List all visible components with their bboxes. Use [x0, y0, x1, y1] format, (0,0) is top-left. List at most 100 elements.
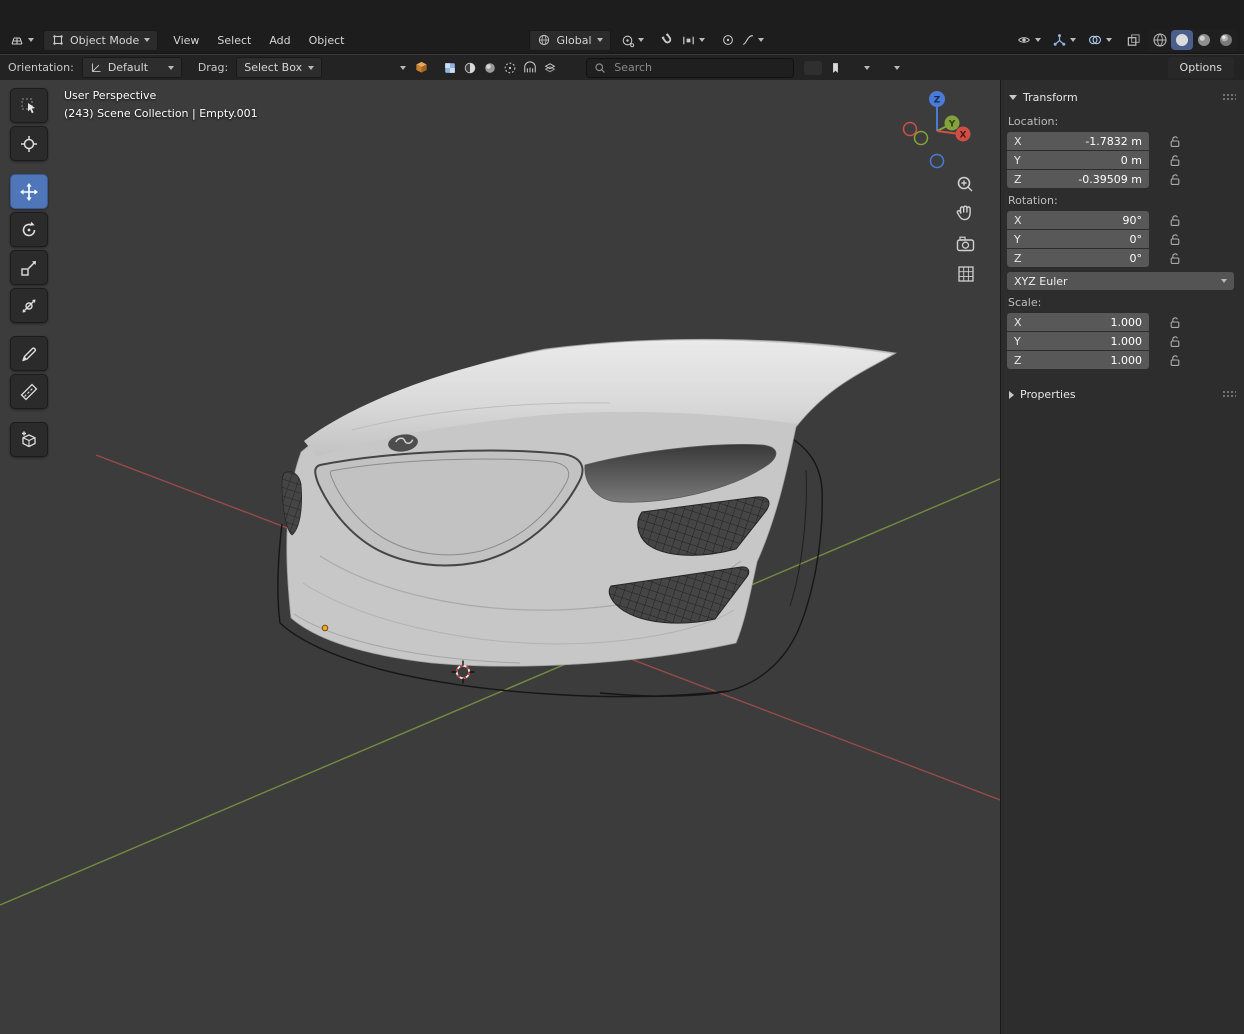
- overlays-icon: [1087, 33, 1103, 47]
- panel-drag-grip[interactable]: [1222, 390, 1236, 399]
- location-x-field[interactable]: X -1.7832 m: [1007, 132, 1149, 150]
- location-fields: X -1.7832 m Y 0 m Z -0.39509 m: [1007, 132, 1181, 188]
- orthographic-grid-icon[interactable]: [959, 267, 973, 281]
- solid-shading-button[interactable]: [1171, 30, 1193, 50]
- rotation-mode-dropdown[interactable]: XYZ Euler: [1007, 272, 1234, 290]
- car-headlight: [585, 444, 776, 502]
- location-z-field[interactable]: Z -0.39509 m: [1007, 170, 1149, 188]
- transform-panel-header[interactable]: Transform: [1001, 86, 1244, 109]
- annotate-tool[interactable]: [10, 336, 48, 371]
- lock-icon[interactable]: [1169, 154, 1181, 167]
- menu-select[interactable]: Select: [208, 31, 260, 50]
- rotation-z-field[interactable]: Z 0°: [1007, 249, 1149, 267]
- orange-cube-button[interactable]: [411, 58, 432, 77]
- gizmo-neg-y-ball: [915, 132, 928, 145]
- gizmos-dropdown[interactable]: [1049, 31, 1079, 50]
- editor-type-button[interactable]: [6, 30, 37, 50]
- gizmo-y-label: Y: [948, 120, 956, 130]
- camera-view-icon[interactable]: [958, 237, 974, 250]
- shading-mode-group: [1148, 29, 1238, 51]
- chevron-down-icon: [864, 66, 870, 70]
- chevron-down-icon: [1070, 38, 1076, 42]
- bridge-button[interactable]: [520, 59, 540, 77]
- extra-dropdown-1[interactable]: [861, 64, 873, 72]
- cursor-tool[interactable]: [10, 126, 48, 161]
- blue-checker-button[interactable]: [440, 59, 460, 77]
- snap-target-dropdown[interactable]: [678, 31, 708, 50]
- material-shading-button[interactable]: [1193, 30, 1215, 50]
- overlays-dropdown[interactable]: [1084, 31, 1115, 49]
- pan-hand-icon[interactable]: [957, 206, 970, 219]
- menu-view[interactable]: View: [164, 31, 208, 50]
- select-box-icon: [19, 96, 39, 116]
- measure-tool[interactable]: [10, 374, 48, 409]
- scale-x-field[interactable]: X 1.000: [1007, 313, 1149, 331]
- pivot-point-icon: [620, 33, 635, 48]
- object-type-visibility-dropdown[interactable]: [1013, 31, 1044, 49]
- lock-icon[interactable]: [1169, 354, 1181, 367]
- navigation-gizmo[interactable]: Z Y X: [904, 91, 971, 168]
- menu-object[interactable]: Object: [300, 31, 354, 50]
- scale-y-field[interactable]: Y 1.000: [1007, 332, 1149, 350]
- extra-dropdown-2[interactable]: [891, 64, 903, 72]
- transform-icon: [19, 296, 39, 316]
- select-box-tool[interactable]: [10, 88, 48, 123]
- orientation-label: Global: [556, 34, 591, 47]
- lock-icon[interactable]: [1169, 214, 1181, 227]
- menu-add[interactable]: Add: [260, 31, 299, 50]
- dotted-circle-icon: [503, 61, 517, 75]
- add-cube-tool[interactable]: [10, 422, 48, 457]
- scale-tool[interactable]: [10, 250, 48, 285]
- lock-icon[interactable]: [1169, 252, 1181, 265]
- mode-dropdown[interactable]: Object Mode: [43, 30, 158, 51]
- chevron-down-icon: [1035, 38, 1041, 42]
- options-button[interactable]: Options: [1168, 57, 1234, 78]
- car-model[interactable]: [278, 339, 896, 696]
- tool-shelf: [10, 88, 48, 457]
- gradient-sphere-button[interactable]: [480, 59, 500, 77]
- wireframe-shading-button[interactable]: [1149, 30, 1171, 50]
- location-label: Location:: [1001, 109, 1244, 132]
- xray-toggle[interactable]: [1123, 31, 1144, 50]
- transform-tool[interactable]: [10, 288, 48, 323]
- search-box[interactable]: [586, 58, 794, 78]
- lock-icon[interactable]: [1169, 173, 1181, 186]
- car-emblem: [387, 432, 419, 453]
- search-input[interactable]: [612, 60, 776, 75]
- chevron-right-icon: [1009, 391, 1014, 399]
- drag-mode-dropdown[interactable]: Select Box: [236, 57, 322, 78]
- properties-panel-header[interactable]: Properties: [1001, 383, 1244, 406]
- globe-icon: [537, 33, 551, 47]
- lock-icon[interactable]: [1169, 233, 1181, 246]
- rotate-tool[interactable]: [10, 212, 48, 247]
- half-sphere-button[interactable]: [460, 59, 480, 77]
- falloff-dropdown[interactable]: [738, 31, 767, 49]
- snap-toggle[interactable]: [657, 31, 678, 50]
- lock-icon[interactable]: [1169, 335, 1181, 348]
- location-y-field[interactable]: Y 0 m: [1007, 151, 1149, 169]
- collapse-chevron-icon[interactable]: [400, 66, 406, 70]
- mode-dropdown-label: Object Mode: [70, 34, 139, 47]
- rendered-shading-button[interactable]: [1215, 30, 1237, 50]
- rotation-x-field[interactable]: X 90°: [1007, 211, 1149, 229]
- orientation-value: Default: [108, 61, 148, 74]
- lock-icon[interactable]: [1169, 316, 1181, 329]
- move-tool[interactable]: [10, 174, 48, 209]
- orientation-default-dropdown[interactable]: Default: [82, 57, 182, 78]
- sidebar-n-panel: Transform Location: X -1.7832 m Y 0 m: [1000, 80, 1244, 1034]
- bookmark-button[interactable]: [826, 59, 845, 77]
- proportional-editing-toggle[interactable]: [718, 31, 738, 49]
- chevron-down-icon: [1009, 95, 1017, 100]
- layers-button[interactable]: [540, 59, 560, 77]
- lock-icon[interactable]: [1169, 135, 1181, 148]
- panel-drag-grip[interactable]: [1222, 93, 1236, 102]
- scale-z-field[interactable]: Z 1.000: [1007, 351, 1149, 369]
- zoom-icon[interactable]: [959, 178, 973, 192]
- rotation-y-field[interactable]: Y 0°: [1007, 230, 1149, 248]
- wireframe-shading-icon: [1152, 32, 1168, 48]
- chevron-down-icon: [1221, 279, 1227, 283]
- dotted-circle-button[interactable]: [500, 59, 520, 77]
- pivot-point-dropdown[interactable]: [617, 31, 647, 50]
- gizmo-z-label: Z: [934, 96, 941, 106]
- transform-orientation-dropdown[interactable]: Global: [529, 30, 610, 51]
